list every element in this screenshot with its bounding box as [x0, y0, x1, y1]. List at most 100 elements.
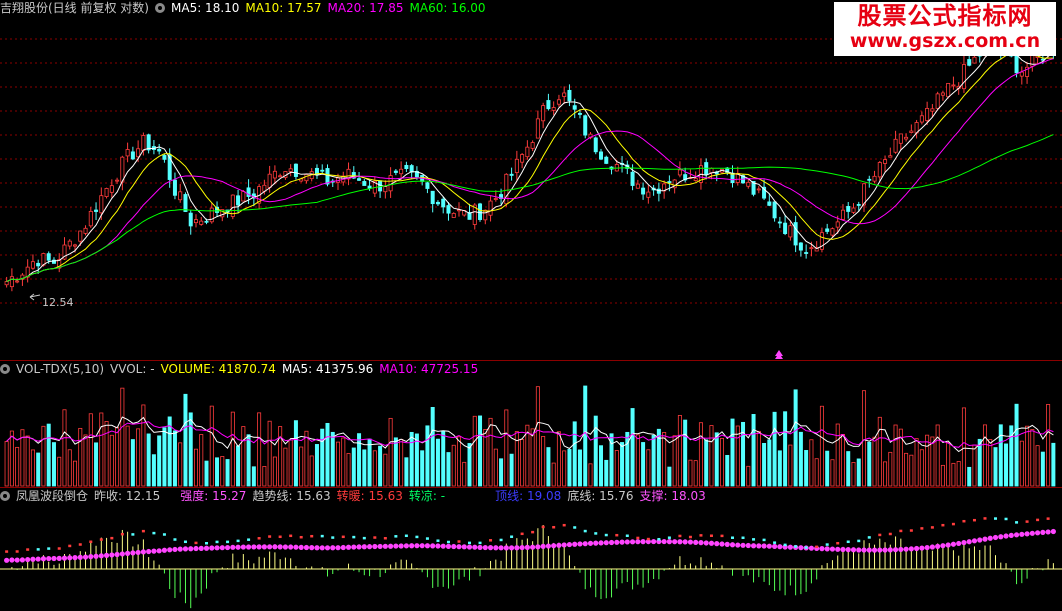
support-dot	[514, 545, 520, 551]
support-dot	[35, 556, 41, 562]
volume-bar	[583, 385, 588, 487]
support-dot	[666, 539, 672, 545]
scroll-marker-icon[interactable]	[775, 350, 783, 359]
candle-body	[798, 242, 803, 251]
support-dot	[898, 546, 904, 553]
volume-bar	[314, 444, 319, 487]
candle-body	[546, 100, 551, 110]
candle-body	[393, 170, 398, 173]
ma20-line	[6, 58, 1054, 283]
candle-body	[583, 115, 588, 136]
price-mark	[994, 517, 998, 520]
support-dot	[493, 545, 499, 551]
volume-chart[interactable]	[0, 378, 1062, 488]
support-dot	[72, 555, 78, 561]
support-dot	[335, 545, 341, 551]
candle-body	[577, 112, 582, 115]
volume-bar	[588, 463, 593, 487]
volume-bar	[288, 439, 293, 487]
volume-bar	[998, 424, 1003, 487]
support-dot	[1040, 529, 1046, 535]
candle-body	[562, 92, 567, 97]
settings-icon[interactable]	[155, 3, 165, 13]
price-mark	[383, 537, 387, 540]
support-dot	[661, 538, 667, 545]
indicator-chart[interactable]	[0, 505, 1062, 610]
support-dot	[161, 547, 168, 553]
volume-bar	[804, 450, 809, 487]
volume-bar	[441, 430, 446, 487]
price-chart[interactable]: 12.54	[0, 17, 1062, 360]
volume-bar	[183, 393, 188, 487]
prev-close: 昨收: 12.15	[94, 489, 161, 503]
support-dot	[924, 544, 930, 551]
support-dot	[156, 548, 162, 554]
support-dot	[971, 538, 978, 544]
candle-body	[767, 201, 772, 206]
support-dot	[419, 543, 425, 549]
price-mark	[152, 531, 156, 535]
price-mark	[762, 538, 766, 542]
support-dot	[1013, 532, 1020, 538]
candle-body	[951, 84, 956, 87]
support-dot	[508, 545, 515, 551]
volume-bar	[572, 421, 577, 487]
support-dot	[835, 546, 841, 552]
watermark-url: www.gszx.com.cn	[849, 30, 1041, 52]
price-mark	[162, 533, 166, 536]
volume-bar	[367, 438, 372, 487]
support-dot	[177, 546, 183, 552]
price-mark	[541, 525, 545, 529]
support-dot	[235, 544, 241, 550]
candle-body	[930, 108, 935, 112]
candle-body	[756, 188, 761, 191]
candle-body	[399, 168, 404, 175]
support-dot	[861, 547, 867, 553]
price-mark	[489, 539, 493, 542]
support-dot	[88, 554, 94, 560]
price-mark	[878, 533, 882, 537]
volume-settings-icon[interactable]	[0, 364, 10, 374]
volume-bar	[625, 431, 630, 487]
support-dot	[146, 548, 152, 555]
volume-bar	[788, 444, 793, 487]
volume-bar	[709, 425, 714, 487]
ma20-label: MA20: 17.85	[327, 1, 404, 15]
volume-bar	[814, 458, 819, 487]
candle-body	[556, 99, 561, 105]
candle-body	[425, 182, 430, 189]
support-dot	[230, 544, 236, 550]
candle-body	[178, 191, 183, 201]
support-dot	[698, 540, 704, 546]
support-dot	[19, 557, 26, 563]
support-dot	[456, 544, 462, 550]
vvol-label: VVOL: -	[110, 362, 155, 376]
candle-body	[162, 155, 167, 160]
volume-bar	[78, 427, 83, 487]
price-mark	[636, 536, 640, 540]
price-mark	[604, 533, 608, 537]
candle-body	[157, 148, 162, 152]
support-dot	[998, 534, 1004, 540]
support-dot	[524, 544, 530, 550]
support-dot	[703, 540, 709, 546]
candle-body	[288, 168, 293, 172]
support-dot	[414, 543, 420, 549]
volume-bar	[435, 438, 440, 487]
support-dot	[409, 543, 415, 549]
candle-body	[430, 190, 435, 205]
candle-body	[919, 115, 924, 123]
support-dot	[9, 557, 15, 563]
top-line-value: 顶线: 19.08	[495, 489, 562, 503]
volume-bar	[404, 457, 409, 487]
volume-bar	[209, 405, 214, 487]
support-dot	[593, 540, 599, 546]
support-dot	[309, 545, 315, 551]
support-dot	[950, 541, 957, 547]
candle-body	[73, 244, 78, 247]
volume-bar	[188, 412, 193, 487]
volume-bar	[83, 434, 88, 487]
indicator-settings-icon[interactable]	[0, 491, 10, 501]
volume-bar	[698, 422, 703, 487]
support-dot	[887, 547, 893, 553]
